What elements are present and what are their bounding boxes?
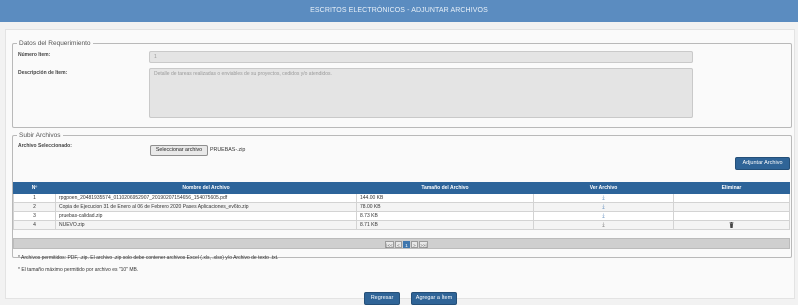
select-file-button[interactable]: Seleccionar archivo — [150, 145, 208, 156]
item-description-field: Detalle de tareas rea​lizadas o enviable… — [149, 68, 693, 118]
row-delete-cell — [673, 211, 790, 221]
item-number-label: Número Item: — [18, 52, 51, 58]
row-file-size: 144.00 KB — [356, 193, 534, 203]
item-description-label: Descripción de Item: — [18, 70, 68, 76]
table-pager: |<< < 1 > >>| — [13, 238, 790, 249]
table-row: 2 Copia de Ejecucion 31 de Enero al 06 d… — [13, 202, 790, 212]
row-number: 3 — [13, 211, 56, 221]
pager-last-button[interactable]: >>| — [419, 240, 428, 248]
col-view-header: Ver Archivo — [533, 182, 674, 194]
row-file-name: rpgpoen_20481935574_0110206952907_201902… — [55, 193, 357, 203]
row-file-name: Copia de Ejecucion 31 de Enero al 06 de … — [55, 202, 357, 212]
requerimiento-legend: Datos del Requerimiento — [19, 40, 91, 47]
add-to-item-button[interactable]: Agregar a Ítem — [411, 292, 457, 305]
trash-icon[interactable] — [729, 221, 734, 228]
row-view-cell: ⤓ — [533, 220, 674, 230]
files-table: Nº Nombre del Archivo Tamaño del Archivo… — [13, 182, 790, 230]
col-size-header: Tamaño del Archivo — [356, 182, 534, 194]
row-file-size: 8.71 KB — [356, 220, 534, 230]
table-row: 3 pruebas-calidad.zip 8.73 KB ⤓ — [13, 211, 790, 221]
max-size-note: * El tamaño máximo permitido por archivo… — [18, 267, 139, 273]
row-number: 2 — [13, 202, 56, 212]
row-delete-cell — [673, 220, 790, 230]
table-header-row: Nº Nombre del Archivo Tamaño del Archivo… — [13, 182, 790, 194]
pager-current-page[interactable]: 1 — [403, 240, 410, 248]
row-file-name: pruebas-calidad.zip — [55, 211, 357, 221]
table-row: 4 NUEVO.zip 8.71 KB ⤓ — [13, 220, 790, 230]
row-view-cell: ⤓ — [533, 202, 674, 212]
pager-next-button[interactable]: > — [411, 240, 418, 248]
col-name-header: Nombre del Archivo — [55, 182, 357, 194]
download-icon[interactable]: ⤓ — [602, 213, 604, 219]
item-number-field: 1 — [149, 51, 693, 63]
back-button[interactable]: Regresar — [364, 292, 400, 305]
attach-file-button[interactable]: Adjuntar Archivo — [735, 157, 790, 170]
selected-file-label: Archivo Seleccionado: — [18, 143, 72, 149]
row-number: 4 — [13, 220, 56, 230]
row-file-size: 8.73 KB — [356, 211, 534, 221]
page-title: ESCRITOS ELECTRÓNICOS - ADJUNTAR ARCHIVO… — [0, 0, 798, 22]
download-icon[interactable]: ⤓ — [602, 222, 604, 228]
row-delete-cell — [673, 193, 790, 203]
row-view-cell: ⤓ — [533, 211, 674, 221]
download-icon[interactable]: ⤓ — [602, 195, 604, 201]
col-delete-header: Eliminar — [673, 182, 790, 194]
pager-prev-button[interactable]: < — [395, 240, 402, 248]
col-number-header: Nº — [13, 182, 56, 194]
row-file-name: NUEVO.zip — [55, 220, 357, 230]
selected-file-name: PRUEBAS-.zip — [210, 147, 246, 153]
table-row: 1 rpgpoen_20481935574_0110206952907_2019… — [13, 193, 790, 203]
row-number: 1 — [13, 193, 56, 203]
allowed-files-note: * Archivos permitidos: PDF, .zip. El arc… — [18, 255, 279, 261]
row-delete-cell — [673, 202, 790, 212]
row-file-size: 78.00 KB — [356, 202, 534, 212]
subir-archivos-legend: Subir Archivos — [19, 132, 61, 139]
pager-first-button[interactable]: |<< — [385, 240, 394, 248]
row-view-cell: ⤓ — [533, 193, 674, 203]
download-icon[interactable]: ⤓ — [602, 204, 604, 210]
